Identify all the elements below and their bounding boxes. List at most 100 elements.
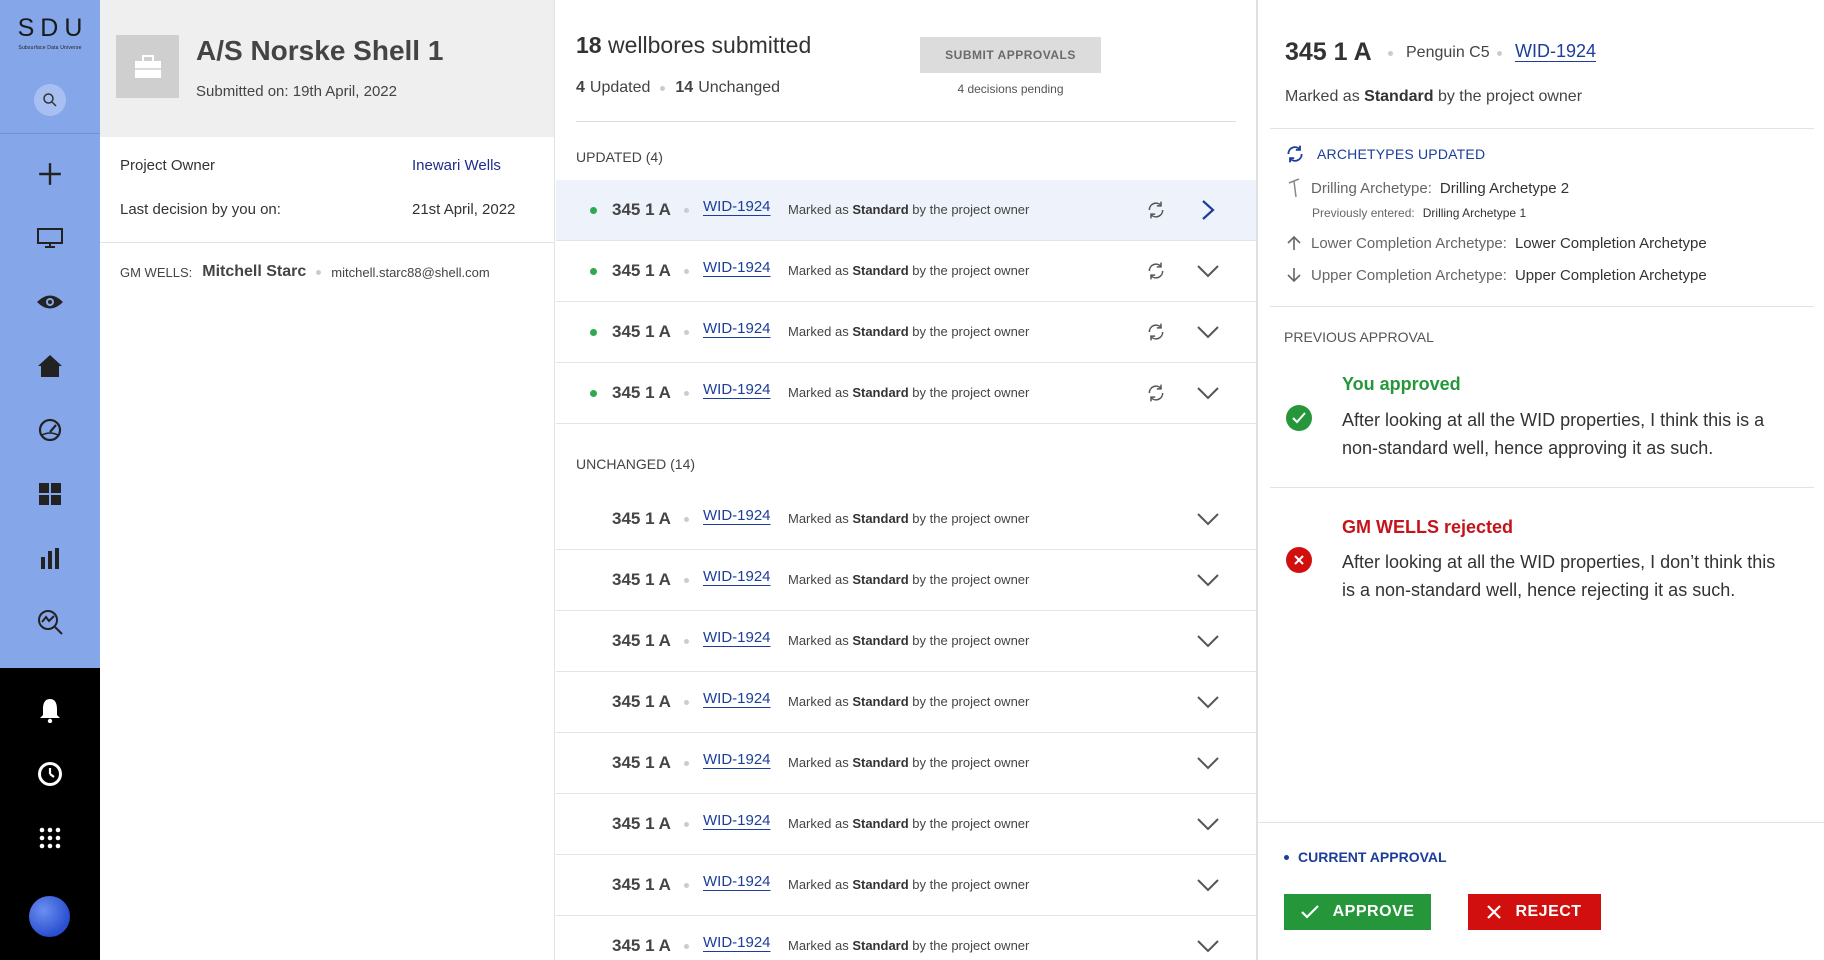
wellbore-row[interactable]: 345 1 A WID-1924 Marked as Standard by the… bbox=[556, 611, 1256, 672]
previously-entered-label: Previously entered: bbox=[1312, 206, 1415, 220]
wellbore-row[interactable]: 345 1 A WID-1924 Marked as Standard by the… bbox=[556, 241, 1256, 302]
project-title: A/S Norske Shell 1 bbox=[196, 35, 444, 66]
chevron-down-icon[interactable] bbox=[1196, 873, 1220, 897]
monitor-button[interactable] bbox=[30, 218, 70, 258]
status-prefix: Marked as bbox=[788, 324, 849, 339]
chevron-down-icon[interactable] bbox=[1196, 751, 1220, 775]
view-button[interactable] bbox=[30, 282, 70, 322]
wellbore-name: 345 1 A bbox=[612, 936, 671, 955]
wid-link[interactable]: WID-1924 bbox=[703, 381, 771, 398]
list-divider bbox=[576, 121, 1236, 122]
gm-wells-contact: GM WELLS: Mitchell Starc mitchell.starc8… bbox=[120, 263, 490, 281]
wid-link[interactable]: WID-1924 bbox=[703, 751, 771, 768]
you-approved-title: You approved bbox=[1342, 374, 1461, 394]
wellbore-row[interactable]: 345 1 A WID-1924 Marked as Standard by the… bbox=[556, 733, 1256, 794]
wellbore-row[interactable]: 345 1 A WID-1924 Marked as Standard by the… bbox=[556, 550, 1256, 611]
wid-link[interactable]: WID-1924 bbox=[703, 812, 771, 829]
detail-marked-status: Marked as Standard by the project owner bbox=[1285, 88, 1582, 106]
project-thumbnail bbox=[116, 35, 179, 98]
reject-button[interactable]: REJECT bbox=[1468, 894, 1601, 930]
chevron-down-icon[interactable] bbox=[1196, 381, 1220, 405]
separator-dot bbox=[684, 391, 689, 396]
chevron-down-icon[interactable] bbox=[1196, 507, 1220, 531]
lower-completion-value: Lower Completion Archetype bbox=[1514, 234, 1707, 252]
wellbore-row[interactable]: 345 1 A WID-1924 Marked as Standard by the… bbox=[556, 302, 1256, 363]
wid-link[interactable]: WID-1924 bbox=[703, 934, 771, 951]
close-icon bbox=[1487, 905, 1502, 919]
marked-standard: Standard bbox=[1364, 88, 1434, 105]
status-prefix: Marked as bbox=[788, 877, 849, 892]
search-button[interactable] bbox=[34, 84, 66, 116]
updated-count: 4 bbox=[576, 79, 585, 96]
chevron-down-icon[interactable] bbox=[1196, 320, 1220, 344]
approved-icon bbox=[1286, 405, 1312, 431]
user-avatar[interactable] bbox=[29, 896, 70, 937]
history-button[interactable] bbox=[30, 754, 70, 794]
row-status: Marked as Standard by the project owner bbox=[788, 263, 1029, 278]
wid-link[interactable]: WID-1924 bbox=[703, 690, 771, 707]
gauge-button[interactable] bbox=[30, 410, 70, 450]
detail-divider bbox=[1270, 306, 1814, 307]
project-submitted-date: Submitted on: 19th April, 2022 bbox=[196, 83, 397, 100]
chevron-down-icon[interactable] bbox=[1196, 259, 1220, 283]
separator-dot bbox=[316, 269, 322, 275]
wellbore-row[interactable]: 345 1 A WID-1924 Marked as Standard by the… bbox=[556, 180, 1256, 241]
wellbore-row[interactable]: 345 1 A WID-1924 Marked as Standard by the… bbox=[556, 363, 1256, 424]
wellbore-row[interactable]: 345 1 A WID-1924 Marked as Standard by the… bbox=[556, 794, 1256, 855]
analytics-button[interactable] bbox=[30, 602, 70, 642]
chevron-down-icon[interactable] bbox=[1196, 568, 1220, 592]
unchanged-count: 14 bbox=[675, 79, 694, 96]
status-suffix: by the project owner bbox=[912, 938, 1030, 953]
chevron-down-icon[interactable] bbox=[1196, 629, 1220, 653]
chevron-down-icon[interactable] bbox=[1196, 812, 1220, 836]
updated-status-dot bbox=[590, 207, 597, 214]
wellbore-row[interactable]: 345 1 A WID-1924 Marked as Standard by the… bbox=[556, 672, 1256, 733]
row-status: Marked as Standard by the project owner bbox=[788, 511, 1029, 526]
wid-link[interactable]: WID-1924 bbox=[703, 507, 771, 524]
wid-link[interactable]: WID-1924 bbox=[703, 873, 771, 890]
wid-link[interactable]: WID-1924 bbox=[703, 320, 771, 337]
wid-link[interactable]: WID-1924 bbox=[703, 568, 771, 585]
marked-prefix: Marked as bbox=[1285, 88, 1360, 105]
dashboard-button[interactable] bbox=[30, 474, 70, 514]
app-logo[interactable]: SDU Subsurface Data Universe bbox=[0, 14, 100, 51]
project-owner-value[interactable]: Inewari Wells bbox=[412, 157, 501, 174]
detail-wid-link[interactable]: WID-1924 bbox=[1515, 41, 1596, 62]
refresh-icon bbox=[1144, 381, 1168, 405]
wid-link[interactable]: WID-1924 bbox=[703, 629, 771, 646]
notifications-button[interactable] bbox=[30, 690, 70, 730]
submit-approvals-button[interactable]: SUBMIT APPROVALS bbox=[920, 37, 1101, 73]
approve-button[interactable]: APPROVE bbox=[1284, 894, 1431, 930]
wid-link[interactable]: WID-1924 bbox=[703, 198, 771, 215]
status-prefix: Marked as bbox=[788, 511, 849, 526]
chevron-down-icon[interactable] bbox=[1196, 934, 1220, 958]
eye-icon bbox=[37, 295, 63, 309]
chevron-right-icon[interactable] bbox=[1196, 198, 1220, 222]
home-button[interactable] bbox=[30, 346, 70, 386]
separator-dot bbox=[684, 883, 689, 888]
wellbore-row[interactable]: 345 1 A WID-1924 Marked as Standard by the… bbox=[556, 855, 1256, 916]
status-standard: Standard bbox=[852, 877, 909, 892]
status-standard: Standard bbox=[852, 938, 909, 953]
wellbore-row[interactable]: 345 1 A WID-1924 Marked as Standard by the… bbox=[556, 489, 1256, 550]
separator-dot bbox=[684, 208, 689, 213]
status-standard: Standard bbox=[852, 385, 909, 400]
apps-button[interactable] bbox=[30, 818, 70, 858]
separator-dot bbox=[684, 269, 689, 274]
reports-button[interactable] bbox=[30, 538, 70, 578]
add-button[interactable] bbox=[30, 154, 70, 194]
previous-approval-header: PREVIOUS APPROVAL bbox=[1284, 329, 1434, 345]
status-standard: Standard bbox=[852, 755, 909, 770]
wellbore-row[interactable]: 345 1 A WID-1924 Marked as Standard by the… bbox=[556, 916, 1256, 960]
chevron-down-icon[interactable] bbox=[1196, 690, 1220, 714]
last-decision-label: Last decision by you on: bbox=[120, 201, 281, 218]
wellbore-name: 345 1 A bbox=[612, 814, 671, 833]
gm-wells-email[interactable]: mitchell.starc88@shell.com bbox=[331, 265, 489, 280]
left-rail: SDU Subsurface Data Universe bbox=[0, 0, 100, 960]
status-prefix: Marked as bbox=[788, 694, 849, 709]
wellbore-name: 345 1 A bbox=[612, 261, 671, 280]
history-icon bbox=[38, 762, 62, 786]
marked-suffix: by the project owner bbox=[1437, 88, 1583, 105]
wid-link[interactable]: WID-1924 bbox=[703, 259, 771, 276]
separator-dot bbox=[684, 330, 689, 335]
